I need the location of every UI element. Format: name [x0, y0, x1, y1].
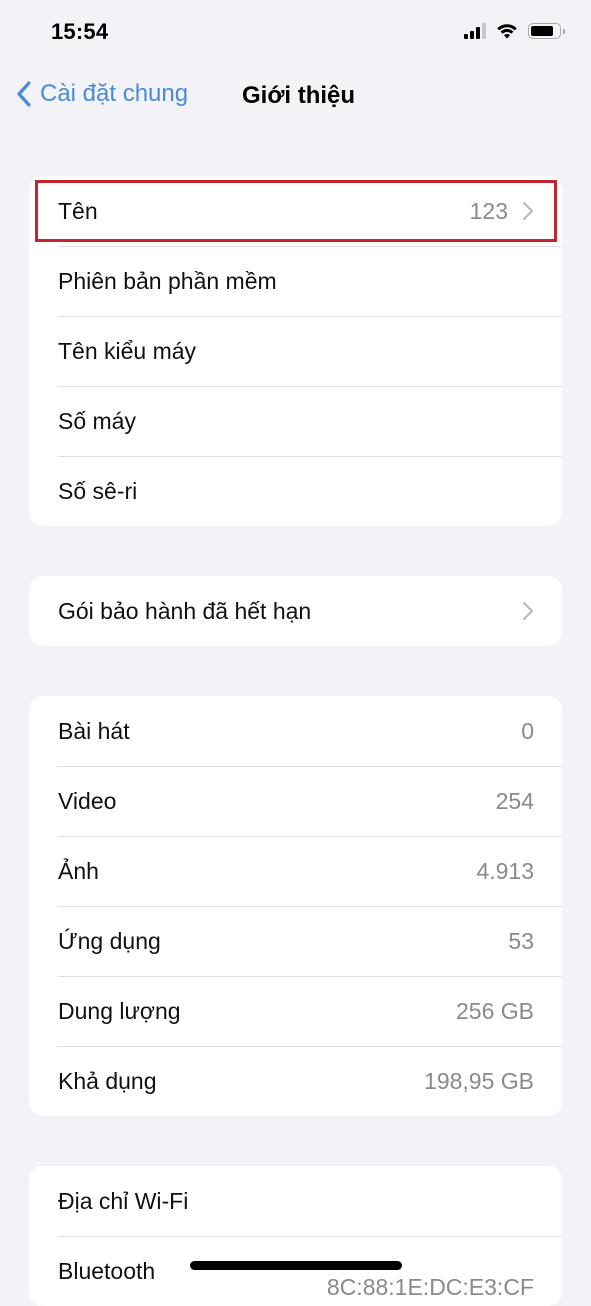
row-serial-number[interactable]: Số sê-ri [29, 456, 562, 526]
status-time: 15:54 [51, 19, 109, 44]
row-label: Dung lượng [58, 997, 181, 1024]
row-model-number[interactable]: Số máy [29, 386, 562, 456]
battery-icon [528, 22, 565, 39]
back-button[interactable]: Cài đặt chung [16, 80, 188, 108]
row-bluetooth: Bluetooth 8C:88:1E:DC:E3:CF [29, 1236, 562, 1306]
media-storage-group: Bài hát 0 Video 254 Ảnh 4.913 Ứng dụng 5… [29, 696, 562, 1116]
row-applications: Ứng dụng 53 [29, 906, 562, 976]
row-model-name[interactable]: Tên kiểu máy [29, 316, 562, 386]
row-label: Ứng dụng [58, 927, 161, 954]
row-name[interactable]: Tên 123 [29, 176, 562, 246]
status-icons [464, 22, 565, 39]
row-value: 0 [521, 717, 534, 744]
row-value: 4.913 [476, 857, 534, 884]
row-videos: Video 254 [29, 766, 562, 836]
row-software-version[interactable]: Phiên bản phần mềm [29, 246, 562, 316]
row-label: Tên kiểu máy [58, 337, 197, 364]
battery-level [531, 25, 554, 36]
row-photos: Ảnh 4.913 [29, 836, 562, 906]
row-label: Bài hát [58, 717, 130, 744]
row-value: 256 GB [456, 997, 534, 1024]
chevron-right-icon [522, 601, 534, 621]
row-value: 53 [508, 927, 534, 954]
page-title: Giới thiệu [242, 82, 356, 109]
row-value: 8C:88:1E:DC:E3:CF [326, 1273, 534, 1300]
row-warranty[interactable]: Gói bảo hành đã hết hạn [29, 576, 562, 646]
home-indicator[interactable] [190, 1261, 402, 1270]
navigation-bar: Cài đặt chung Giới thiệu [0, 64, 591, 128]
row-label: Số sê-ri [58, 477, 138, 504]
back-label: Cài đặt chung [40, 80, 189, 107]
row-label: Tên [58, 197, 98, 224]
row-wifi-address: Địa chỉ Wi-Fi [29, 1166, 562, 1236]
row-label: Số máy [58, 407, 136, 434]
chevron-left-icon [17, 81, 31, 107]
row-label: Địa chỉ Wi-Fi [58, 1187, 189, 1214]
device-info-group: Tên 123 Phiên bản phần mềm Tên kiểu máy … [29, 176, 562, 526]
cellular-signal-icon [464, 22, 486, 39]
row-value: 123 [469, 197, 508, 224]
row-value: 254 [495, 787, 534, 814]
row-label: Gói bảo hành đã hết hạn [58, 597, 312, 624]
row-label: Phiên bản phần mềm [58, 267, 277, 294]
row-songs: Bài hát 0 [29, 696, 562, 766]
chevron-right-icon [522, 201, 534, 221]
warranty-group: Gói bảo hành đã hết hạn [29, 576, 562, 646]
row-value: 198,95 GB [424, 1067, 534, 1094]
row-available: Khả dụng 198,95 GB [29, 1046, 562, 1116]
wifi-icon [497, 24, 517, 39]
row-label: Khả dụng [58, 1067, 157, 1094]
network-group: Địa chỉ Wi-Fi Bluetooth 8C:88:1E:DC:E3:C… [29, 1166, 562, 1306]
row-capacity: Dung lượng 256 GB [29, 976, 562, 1046]
status-bar: 15:54 [0, 0, 591, 64]
row-label: Video [58, 787, 117, 814]
row-label: Ảnh [58, 857, 99, 884]
